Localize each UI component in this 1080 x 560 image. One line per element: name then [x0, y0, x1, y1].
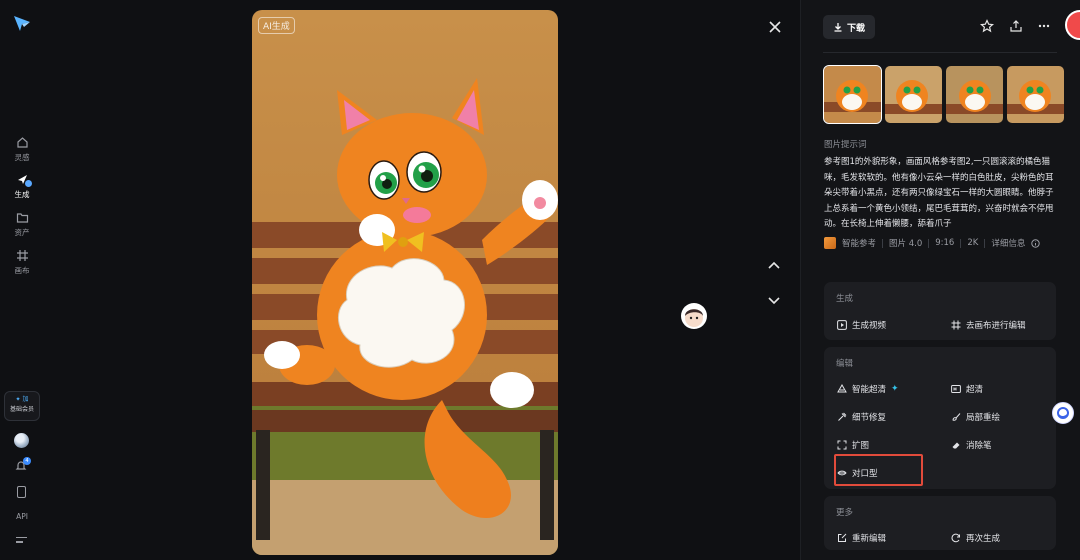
api-link[interactable]: API: [0, 512, 44, 521]
more-icon[interactable]: [1037, 19, 1051, 33]
thumbnail-1[interactable]: [823, 65, 882, 124]
app-logo-icon[interactable]: [12, 14, 32, 32]
member-label: 基础会员: [9, 406, 34, 413]
hd-box-icon: [951, 385, 961, 393]
action-label: 消除笔: [966, 441, 992, 451]
action-label: 重新编辑: [852, 534, 887, 544]
meta-reference: 智能参考: [842, 239, 877, 249]
sidebar-item-inspiration[interactable]: 灵感: [0, 136, 44, 163]
action-label: 智能超清: [852, 385, 887, 395]
sparkle-icon: ✦: [891, 384, 899, 394]
prompt-title: 图片提示词: [824, 140, 867, 150]
highlight-box: [834, 454, 923, 486]
membership-badge[interactable]: ✦ 加 基础会员: [4, 391, 40, 421]
section-title: 生成: [836, 294, 854, 304]
sidebar-item-generate[interactable]: 生成: [0, 173, 44, 200]
detail-repair-button[interactable]: 细节修复: [837, 411, 886, 423]
expand-icon: [837, 440, 847, 450]
hd-icon: [837, 384, 847, 393]
inpaint-button[interactable]: 局部重绘: [951, 411, 1000, 423]
left-sidebar: 灵感 生成 资产 画布 ✦ 加 基础会员 4 API: [0, 0, 44, 560]
canvas-icon: [16, 250, 28, 261]
action-label: 再次生成: [966, 534, 1001, 544]
prompt-text: 参考图1的外貌形象，画面风格参考图2,一只圆滚滚的橘色猫咪，毛发软软的。他有像小…: [824, 157, 1054, 229]
lightbulb-icon: [16, 137, 28, 148]
action-label: 局部重绘: [966, 413, 1001, 423]
hd-button[interactable]: 超清: [951, 383, 983, 395]
meta-details-link[interactable]: 详细信息: [991, 237, 1025, 249]
sidebar-item-label: 资产: [14, 228, 30, 237]
generated-image[interactable]: [252, 10, 558, 555]
floating-helper-icon[interactable]: [1052, 402, 1074, 424]
smart-hd-button[interactable]: 智能超清 ✦: [837, 383, 899, 395]
meta-resolution: 2K: [967, 238, 979, 248]
re-edit-button[interactable]: 重新编辑: [837, 532, 886, 544]
sidebar-item-assets[interactable]: 资产: [0, 211, 44, 238]
download-button[interactable]: 下载: [823, 15, 875, 39]
eraser-button[interactable]: 消除笔: [951, 439, 992, 451]
thumbnail-2[interactable]: [885, 66, 942, 123]
brush-icon: [952, 413, 961, 421]
action-label: 生成视频: [852, 321, 887, 331]
regenerate-button[interactable]: 再次生成: [951, 532, 1000, 544]
eraser-icon: [952, 442, 960, 449]
edit-on-canvas-button[interactable]: 去画布进行编辑: [951, 319, 1026, 331]
action-label: 超清: [966, 385, 984, 395]
thumbnail-4[interactable]: [1007, 66, 1064, 123]
sidebar-item-canvas[interactable]: 画布: [0, 249, 44, 276]
download-label: 下载: [846, 23, 865, 34]
mobile-icon[interactable]: [17, 486, 26, 498]
assistant-avatar[interactable]: [681, 303, 707, 329]
sidebar-item-label: 生成: [14, 190, 30, 199]
meta-ratio: 9:16: [935, 238, 955, 248]
image-meta: 智能参考 图片 4.0 9:16 2K 详细信息: [824, 237, 1041, 249]
close-icon[interactable]: [767, 19, 783, 35]
generate-section: 生成: [824, 282, 1056, 340]
member-plus-label: ✦ 加: [15, 396, 29, 403]
folder-icon: [16, 213, 28, 223]
notification-badge: 4: [23, 457, 31, 465]
action-label: 细节修复: [852, 413, 887, 423]
collapse-menu-icon[interactable]: [16, 537, 27, 546]
section-title: 更多: [836, 508, 854, 518]
regenerate-icon: [951, 533, 960, 543]
sidebar-item-label: 画布: [14, 266, 30, 275]
user-avatar[interactable]: [14, 433, 29, 448]
ai-generated-tag: AI生成: [258, 17, 295, 34]
chevron-down-icon[interactable]: [766, 292, 782, 308]
meta-model: 图片 4.0: [889, 239, 923, 249]
share-icon[interactable]: [1009, 19, 1023, 33]
expand-image-button[interactable]: 扩图: [837, 439, 869, 451]
info-icon[interactable]: [1031, 238, 1041, 248]
section-title: 编辑: [836, 359, 854, 369]
repair-icon: [838, 412, 847, 421]
canvas-edit-icon: [951, 320, 961, 330]
chevron-up-icon[interactable]: [766, 257, 782, 273]
download-icon: [834, 23, 842, 32]
divider: [823, 52, 1057, 53]
reference-thumb-icon: [824, 237, 836, 249]
re-edit-icon: [838, 533, 847, 542]
thumbnail-3[interactable]: [946, 66, 1003, 123]
play-icon: [837, 320, 847, 330]
generate-video-button[interactable]: 生成视频: [837, 319, 886, 331]
cat-illustration: [252, 10, 558, 555]
active-dot: [24, 179, 33, 188]
action-label: 扩图: [852, 441, 870, 451]
star-icon[interactable]: [980, 19, 994, 33]
action-label: 去画布进行编辑: [966, 321, 1026, 331]
thumbnail-strip: [823, 65, 1064, 124]
sidebar-item-label: 灵感: [14, 153, 30, 162]
